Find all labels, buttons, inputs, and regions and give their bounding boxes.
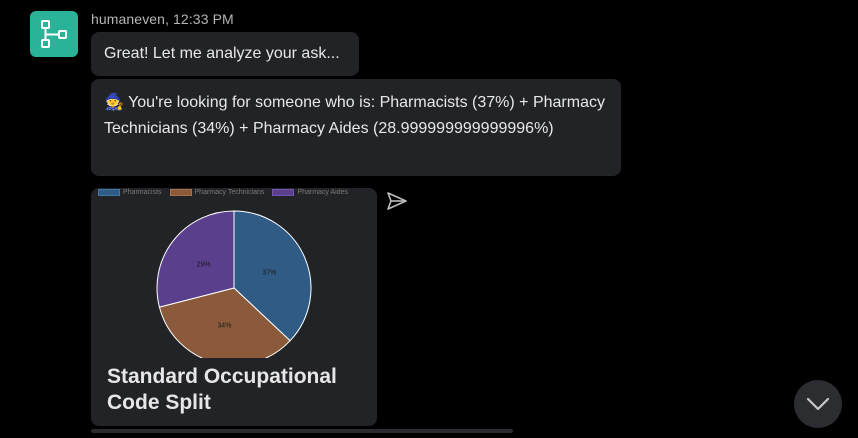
message-header: humaneven, 12:33 PM	[91, 11, 234, 27]
legend-swatch	[169, 189, 192, 196]
legend-label: Pharmacy Aides	[297, 189, 349, 196]
flow-diagram-icon	[41, 20, 67, 48]
bot-avatar[interactable]	[30, 11, 78, 57]
legend-label: Pharmacy Technicians	[194, 189, 265, 196]
send-icon[interactable]	[386, 191, 408, 211]
legend-swatch	[98, 189, 120, 196]
wizard-emoji: 🧙	[104, 94, 124, 111]
message-bubble: Great! Let me analyze your ask...	[91, 32, 359, 76]
card-title: Standard Occupational Code Split	[107, 365, 337, 414]
next-card-edge	[91, 429, 513, 433]
chart-legend: Pharmacists Pharmacy Technicians Pharmac…	[98, 189, 348, 196]
legend-item: Pharmacists	[98, 189, 162, 196]
slice-label: 37%	[262, 270, 276, 277]
legend-label: Pharmacists	[123, 189, 162, 196]
message-text: Great! Let me analyze your ask...	[104, 45, 340, 62]
legend-item: Pharmacy Technicians	[169, 189, 265, 196]
message-bubble: 🧙 You're looking for someone who is: Pha…	[91, 79, 621, 176]
slice-label: 34%	[217, 322, 231, 329]
pie-chart: 37% 34% 29%	[156, 210, 312, 358]
chat-view: humaneven, 12:33 PM Great! Let me analyz…	[0, 0, 858, 438]
scroll-to-bottom-button[interactable]	[794, 380, 842, 428]
legend-item: Pharmacy Aides	[272, 189, 348, 196]
chevron-down-icon	[806, 397, 830, 411]
chart-card[interactable]: Pharmacists Pharmacy Technicians Pharmac…	[91, 188, 377, 426]
message-text: You're looking for someone who is: Pharm…	[104, 94, 605, 137]
legend-swatch	[272, 189, 295, 196]
slice-label: 29%	[197, 261, 211, 268]
